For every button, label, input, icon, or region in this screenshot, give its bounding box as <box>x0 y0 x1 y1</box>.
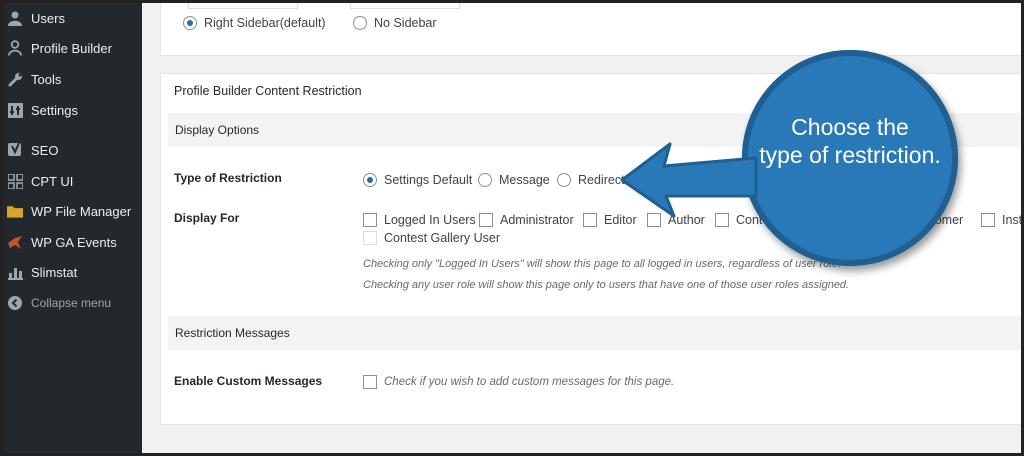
sidebar-item-label: SEO <box>31 142 59 158</box>
display-for-hint-2: Checking any user role will show this pa… <box>363 279 850 291</box>
collapse-icon <box>7 295 23 311</box>
radio-selected[interactable] <box>183 16 197 30</box>
restriction-option-settings-default[interactable]: Settings Default <box>363 173 472 187</box>
sidebar-item-slimstat[interactable]: Slimstat <box>0 258 142 286</box>
radio-unselected[interactable] <box>353 16 367 30</box>
role-checkbox-instructor[interactable]: Inst <box>981 213 1022 227</box>
type-of-restriction-label: Type of Restriction <box>174 171 282 185</box>
checkbox[interactable] <box>363 375 377 389</box>
collapse-menu-button[interactable]: Collapse menu <box>0 289 142 317</box>
sidebar-item-label: Tools <box>31 71 62 87</box>
checkbox[interactable] <box>583 213 597 227</box>
sidebar-item-cpt-ui[interactable]: CPT UI <box>0 167 142 195</box>
sidebar-item-wp-file-manager[interactable]: WP File Manager <box>0 197 142 225</box>
box-title: Profile Builder Content Restriction <box>174 84 362 98</box>
sidebar-item-label: CPT UI <box>31 173 74 189</box>
sidebar-item-label: Slimstat <box>31 264 78 280</box>
callout-bubble: Choose the type of restriction. <box>742 50 958 266</box>
restriction-option-redirect[interactable]: Redirect <box>557 173 625 187</box>
sidebar-item-tools[interactable]: Tools <box>0 65 142 93</box>
users-icon <box>7 10 23 26</box>
option-label: Contest Gallery User <box>384 231 501 245</box>
checkbox[interactable] <box>363 231 377 245</box>
grid-icon <box>7 173 23 189</box>
role-checkbox-administrator[interactable]: Administrator <box>479 213 574 227</box>
option-label: Administrator <box>500 213 574 227</box>
settings-icon <box>7 102 23 118</box>
checkbox[interactable] <box>981 213 995 227</box>
option-label: Inst <box>1002 213 1023 227</box>
checkbox[interactable] <box>479 213 493 227</box>
bird-icon <box>7 234 23 250</box>
sidebar-item-label: WP File Manager <box>31 203 132 219</box>
radio-selected[interactable] <box>363 173 377 187</box>
checkbox[interactable] <box>363 213 377 227</box>
sidebar-item-settings[interactable]: Settings <box>0 96 142 124</box>
sidebar-item-label: Settings <box>31 102 78 118</box>
option-label: Logged In Users <box>384 213 476 227</box>
layout-option-right-sidebar[interactable]: Right Sidebar(default) <box>183 16 326 30</box>
sidebar-item-label: WP GA Events <box>31 234 117 250</box>
callout-line: Choose the <box>791 114 909 140</box>
option-label: Check if you wish to add custom messages… <box>384 376 675 388</box>
chart-icon <box>7 264 23 280</box>
wrench-icon <box>7 71 23 87</box>
layout-thumb-stub <box>188 0 298 9</box>
page-layout-box: Right Sidebar(default) No Sidebar <box>160 0 1024 56</box>
role-checkbox-logged-in-users[interactable]: Logged In Users <box>363 213 476 227</box>
layout-thumb-stub <box>350 0 460 9</box>
sidebar-item-profile-builder[interactable]: Profile Builder <box>0 34 142 62</box>
display-for-hint-1: Checking only "Logged In Users" will sho… <box>363 258 842 270</box>
custom-messages-checkbox[interactable]: Check if you wish to add custom messages… <box>363 375 674 389</box>
collapse-menu-label: Collapse menu <box>31 296 112 310</box>
radio-unselected[interactable] <box>557 173 571 187</box>
restriction-option-message[interactable]: Message <box>478 173 550 187</box>
option-label: Right Sidebar(default) <box>204 16 326 30</box>
folder-icon <box>7 203 23 219</box>
sidebar-item-users[interactable]: Users <box>0 4 142 32</box>
option-label: Settings Default <box>384 173 473 187</box>
enable-custom-messages-label: Enable Custom Messages <box>174 374 323 388</box>
seo-icon <box>7 142 23 158</box>
sidebar-item-wp-ga-events[interactable]: WP GA Events <box>0 228 142 256</box>
callout-text: Choose the type of restriction. <box>759 113 941 169</box>
callout-arrow-icon <box>620 142 758 218</box>
sidebar-item-seo[interactable]: SEO <box>0 136 142 164</box>
sidebar-item-label: Profile Builder <box>31 40 112 56</box>
layout-option-no-sidebar[interactable]: No Sidebar <box>353 16 437 30</box>
role-checkbox-contest-gallery-user[interactable]: Contest Gallery User <box>363 231 500 245</box>
option-label: No Sidebar <box>374 16 437 30</box>
display-for-label: Display For <box>174 211 240 225</box>
profile-icon <box>7 40 23 56</box>
callout-line: type of restriction. <box>759 142 941 168</box>
option-label: Message <box>499 173 550 187</box>
restriction-messages-heading: Restriction Messages <box>168 316 1024 350</box>
admin-sidebar: Users Profile Builder Tools Settings SEO… <box>0 0 142 456</box>
radio-unselected[interactable] <box>478 173 492 187</box>
sidebar-item-label: Users <box>31 10 65 26</box>
